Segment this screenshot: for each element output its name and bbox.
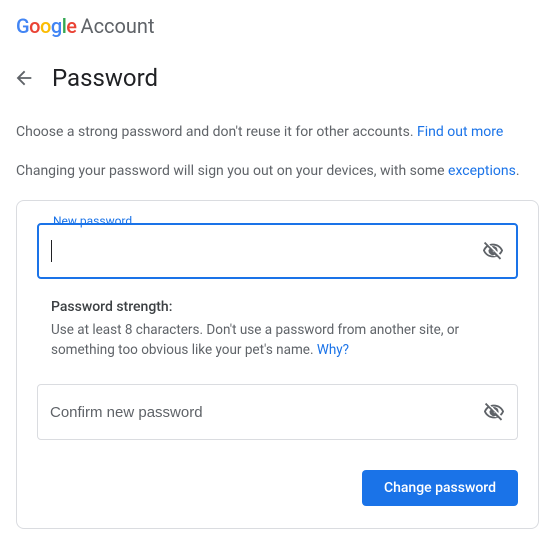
strength-body: Use at least 8 characters. Don't use a p… — [51, 321, 504, 360]
title-row: Password — [0, 48, 555, 102]
logo-letter: g — [51, 14, 62, 38]
intro-line1: Choose a strong password and don't reuse… — [16, 124, 417, 140]
intro-line2: Changing your password will sign you out… — [16, 163, 448, 179]
change-password-button[interactable]: Change password — [362, 470, 518, 506]
password-strength-hint: Password strength: Use at least 8 charac… — [37, 299, 518, 360]
text-cursor — [51, 240, 52, 262]
password-card: New password Password strength: Use at l… — [16, 200, 539, 529]
logo-letter: e — [66, 14, 76, 38]
toggle-visibility-button[interactable] — [482, 240, 504, 262]
google-logo: G o o g l e — [16, 14, 77, 38]
new-password-input[interactable] — [54, 243, 482, 260]
confirm-password-outline — [37, 384, 518, 440]
strength-body-text: Use at least 8 characters. Don't use a p… — [51, 322, 459, 358]
eye-off-icon — [482, 240, 504, 262]
intro-line2-suffix: . — [516, 163, 520, 179]
intro-text: Choose a strong password and don't reuse… — [0, 102, 555, 182]
toggle-visibility-button-confirm[interactable] — [483, 401, 505, 423]
page-title: Password — [52, 64, 158, 92]
new-password-outline — [37, 223, 518, 279]
strength-title: Password strength: — [51, 299, 504, 315]
account-label: Account — [81, 14, 155, 38]
confirm-password-field — [37, 384, 518, 440]
exceptions-link[interactable]: exceptions — [448, 163, 516, 179]
logo-letter: o — [29, 14, 40, 38]
find-out-more-link[interactable]: Find out more — [417, 124, 503, 140]
actions-row: Change password — [37, 470, 518, 506]
logo-letter: G — [16, 14, 29, 38]
app-header: G o o g l e Account — [0, 0, 555, 48]
logo-letter: o — [40, 14, 51, 38]
eye-off-icon — [483, 401, 505, 423]
arrow-left-icon — [13, 67, 35, 89]
confirm-password-input[interactable] — [50, 404, 483, 421]
new-password-field: New password — [37, 223, 518, 279]
why-link[interactable]: Why? — [317, 342, 349, 358]
back-button[interactable] — [8, 62, 40, 94]
